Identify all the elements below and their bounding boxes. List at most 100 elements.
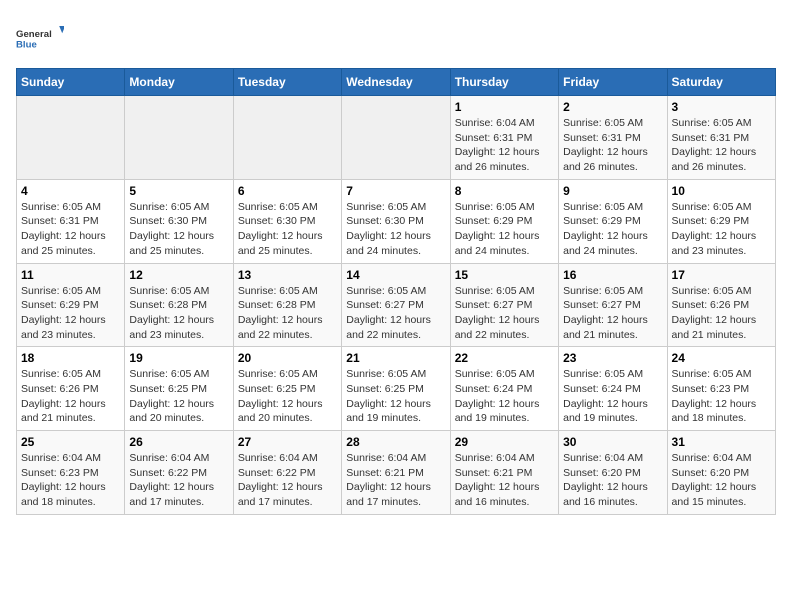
day-info: Sunrise: 6:05 AM Sunset: 6:31 PM Dayligh… bbox=[672, 116, 771, 175]
day-info: Sunrise: 6:05 AM Sunset: 6:29 PM Dayligh… bbox=[563, 200, 662, 259]
day-number: 9 bbox=[563, 184, 662, 198]
calendar-header-row: SundayMondayTuesdayWednesdayThursdayFrid… bbox=[17, 69, 776, 96]
day-info: Sunrise: 6:05 AM Sunset: 6:28 PM Dayligh… bbox=[129, 284, 228, 343]
header-day-sunday: Sunday bbox=[17, 69, 125, 96]
day-number: 11 bbox=[21, 268, 120, 282]
day-info: Sunrise: 6:04 AM Sunset: 6:20 PM Dayligh… bbox=[672, 451, 771, 510]
day-info: Sunrise: 6:05 AM Sunset: 6:25 PM Dayligh… bbox=[346, 367, 445, 426]
day-number: 29 bbox=[455, 435, 554, 449]
day-info: Sunrise: 6:04 AM Sunset: 6:31 PM Dayligh… bbox=[455, 116, 554, 175]
calendar-cell: 12Sunrise: 6:05 AM Sunset: 6:28 PM Dayli… bbox=[125, 263, 233, 347]
calendar-week-row-3: 11 Sunrise: 6:05 AM Sunset: 6:29 PM Dayli… bbox=[17, 263, 776, 347]
calendar-cell: 2 Sunrise: 6:05 AM Sunset: 6:31 PM Daylig… bbox=[559, 96, 667, 180]
day-number: 6 bbox=[238, 184, 337, 198]
calendar-cell: 5 Sunrise: 6:05 AM Sunset: 6:30 PM Daylig… bbox=[125, 179, 233, 263]
calendar-week-row-2: 4 Sunrise: 6:05 AM Sunset: 6:31 PM Daylig… bbox=[17, 179, 776, 263]
calendar-cell: 27 Sunrise: 6:04 AM Sunset: 6:22 PM Dayli… bbox=[233, 431, 341, 515]
calendar-cell: 8 Sunrise: 6:05 AM Sunset: 6:29 PM Daylig… bbox=[450, 179, 558, 263]
day-info: Sunrise: 6:04 AM Sunset: 6:21 PM Dayligh… bbox=[346, 451, 445, 510]
day-number: 2 bbox=[563, 100, 662, 114]
calendar-cell: 26Sunrise: 6:04 AM Sunset: 6:22 PM Dayli… bbox=[125, 431, 233, 515]
svg-text:Blue: Blue bbox=[16, 40, 37, 51]
day-info: Sunrise: 6:05 AM Sunset: 6:24 PM Dayligh… bbox=[455, 367, 554, 426]
calendar-cell: 16 Sunrise: 6:05 AM Sunset: 6:27 PM Dayli… bbox=[559, 263, 667, 347]
day-info: Sunrise: 6:05 AM Sunset: 6:31 PM Dayligh… bbox=[21, 200, 120, 259]
calendar-cell: 23 Sunrise: 6:05 AM Sunset: 6:24 PM Dayli… bbox=[559, 347, 667, 431]
calendar-table: SundayMondayTuesdayWednesdayThursdayFrid… bbox=[16, 68, 776, 515]
day-number: 23 bbox=[563, 351, 662, 365]
calendar-cell bbox=[233, 96, 341, 180]
day-number: 4 bbox=[21, 184, 120, 198]
day-info: Sunrise: 6:05 AM Sunset: 6:30 PM Dayligh… bbox=[346, 200, 445, 259]
day-number: 5 bbox=[129, 184, 228, 198]
day-info: Sunrise: 6:05 AM Sunset: 6:25 PM Dayligh… bbox=[129, 367, 228, 426]
day-number: 18 bbox=[21, 351, 120, 365]
day-info: Sunrise: 6:04 AM Sunset: 6:22 PM Dayligh… bbox=[238, 451, 337, 510]
header-day-thursday: Thursday bbox=[450, 69, 558, 96]
day-info: Sunrise: 6:05 AM Sunset: 6:30 PM Dayligh… bbox=[129, 200, 228, 259]
logo: General Blue bbox=[16, 16, 64, 60]
header-day-saturday: Saturday bbox=[667, 69, 775, 96]
day-info: Sunrise: 6:05 AM Sunset: 6:29 PM Dayligh… bbox=[455, 200, 554, 259]
day-info: Sunrise: 6:05 AM Sunset: 6:23 PM Dayligh… bbox=[672, 367, 771, 426]
calendar-cell bbox=[125, 96, 233, 180]
calendar-cell: 20Sunrise: 6:05 AM Sunset: 6:25 PM Dayli… bbox=[233, 347, 341, 431]
calendar-cell: 29Sunrise: 6:04 AM Sunset: 6:21 PM Dayli… bbox=[450, 431, 558, 515]
calendar-cell bbox=[342, 96, 450, 180]
svg-text:General: General bbox=[16, 29, 52, 40]
calendar-week-row-5: 25 Sunrise: 6:04 AM Sunset: 6:23 PM Dayli… bbox=[17, 431, 776, 515]
calendar-cell: 17 Sunrise: 6:05 AM Sunset: 6:26 PM Dayli… bbox=[667, 263, 775, 347]
day-number: 8 bbox=[455, 184, 554, 198]
calendar-week-row-1: 1 Sunrise: 6:04 AM Sunset: 6:31 PM Daylig… bbox=[17, 96, 776, 180]
day-info: Sunrise: 6:05 AM Sunset: 6:24 PM Dayligh… bbox=[563, 367, 662, 426]
calendar-cell: 11 Sunrise: 6:05 AM Sunset: 6:29 PM Dayli… bbox=[17, 263, 125, 347]
calendar-cell: 25 Sunrise: 6:04 AM Sunset: 6:23 PM Dayli… bbox=[17, 431, 125, 515]
day-number: 17 bbox=[672, 268, 771, 282]
day-number: 3 bbox=[672, 100, 771, 114]
day-info: Sunrise: 6:05 AM Sunset: 6:29 PM Dayligh… bbox=[672, 200, 771, 259]
day-number: 10 bbox=[672, 184, 771, 198]
calendar-cell: 4 Sunrise: 6:05 AM Sunset: 6:31 PM Daylig… bbox=[17, 179, 125, 263]
logo-icon: General Blue bbox=[16, 16, 64, 60]
day-number: 19 bbox=[129, 351, 228, 365]
day-info: Sunrise: 6:05 AM Sunset: 6:27 PM Dayligh… bbox=[346, 284, 445, 343]
day-info: Sunrise: 6:05 AM Sunset: 6:26 PM Dayligh… bbox=[21, 367, 120, 426]
day-info: Sunrise: 6:05 AM Sunset: 6:29 PM Dayligh… bbox=[21, 284, 120, 343]
day-number: 1 bbox=[455, 100, 554, 114]
calendar-cell: 15 Sunrise: 6:05 AM Sunset: 6:27 PM Dayli… bbox=[450, 263, 558, 347]
calendar-cell: 28 Sunrise: 6:04 AM Sunset: 6:21 PM Dayli… bbox=[342, 431, 450, 515]
day-number: 22 bbox=[455, 351, 554, 365]
header: General Blue bbox=[16, 16, 776, 60]
calendar-cell: 24Sunrise: 6:05 AM Sunset: 6:23 PM Dayli… bbox=[667, 347, 775, 431]
day-info: Sunrise: 6:04 AM Sunset: 6:23 PM Dayligh… bbox=[21, 451, 120, 510]
header-day-wednesday: Wednesday bbox=[342, 69, 450, 96]
calendar-cell: 19 Sunrise: 6:05 AM Sunset: 6:25 PM Dayli… bbox=[125, 347, 233, 431]
calendar-cell: 30Sunrise: 6:04 AM Sunset: 6:20 PM Dayli… bbox=[559, 431, 667, 515]
day-info: Sunrise: 6:05 AM Sunset: 6:30 PM Dayligh… bbox=[238, 200, 337, 259]
calendar-cell: 31 Sunrise: 6:04 AM Sunset: 6:20 PM Dayli… bbox=[667, 431, 775, 515]
calendar-cell: 10 Sunrise: 6:05 AM Sunset: 6:29 PM Dayli… bbox=[667, 179, 775, 263]
day-info: Sunrise: 6:05 AM Sunset: 6:26 PM Dayligh… bbox=[672, 284, 771, 343]
header-day-monday: Monday bbox=[125, 69, 233, 96]
day-info: Sunrise: 6:05 AM Sunset: 6:25 PM Dayligh… bbox=[238, 367, 337, 426]
day-number: 30 bbox=[563, 435, 662, 449]
day-number: 28 bbox=[346, 435, 445, 449]
day-number: 16 bbox=[563, 268, 662, 282]
day-number: 21 bbox=[346, 351, 445, 365]
day-number: 15 bbox=[455, 268, 554, 282]
day-number: 25 bbox=[21, 435, 120, 449]
calendar-cell: 13Sunrise: 6:05 AM Sunset: 6:28 PM Dayli… bbox=[233, 263, 341, 347]
day-number: 27 bbox=[238, 435, 337, 449]
day-info: Sunrise: 6:05 AM Sunset: 6:27 PM Dayligh… bbox=[455, 284, 554, 343]
calendar-cell: 21 Sunrise: 6:05 AM Sunset: 6:25 PM Dayli… bbox=[342, 347, 450, 431]
day-info: Sunrise: 6:05 AM Sunset: 6:31 PM Dayligh… bbox=[563, 116, 662, 175]
calendar-cell: 18 Sunrise: 6:05 AM Sunset: 6:26 PM Dayli… bbox=[17, 347, 125, 431]
day-info: Sunrise: 6:04 AM Sunset: 6:22 PM Dayligh… bbox=[129, 451, 228, 510]
calendar-cell: 7Sunrise: 6:05 AM Sunset: 6:30 PM Daylig… bbox=[342, 179, 450, 263]
header-day-friday: Friday bbox=[559, 69, 667, 96]
calendar-cell: 3 Sunrise: 6:05 AM Sunset: 6:31 PM Daylig… bbox=[667, 96, 775, 180]
day-info: Sunrise: 6:05 AM Sunset: 6:27 PM Dayligh… bbox=[563, 284, 662, 343]
day-number: 31 bbox=[672, 435, 771, 449]
calendar-cell: 1 Sunrise: 6:04 AM Sunset: 6:31 PM Daylig… bbox=[450, 96, 558, 180]
calendar-cell bbox=[17, 96, 125, 180]
